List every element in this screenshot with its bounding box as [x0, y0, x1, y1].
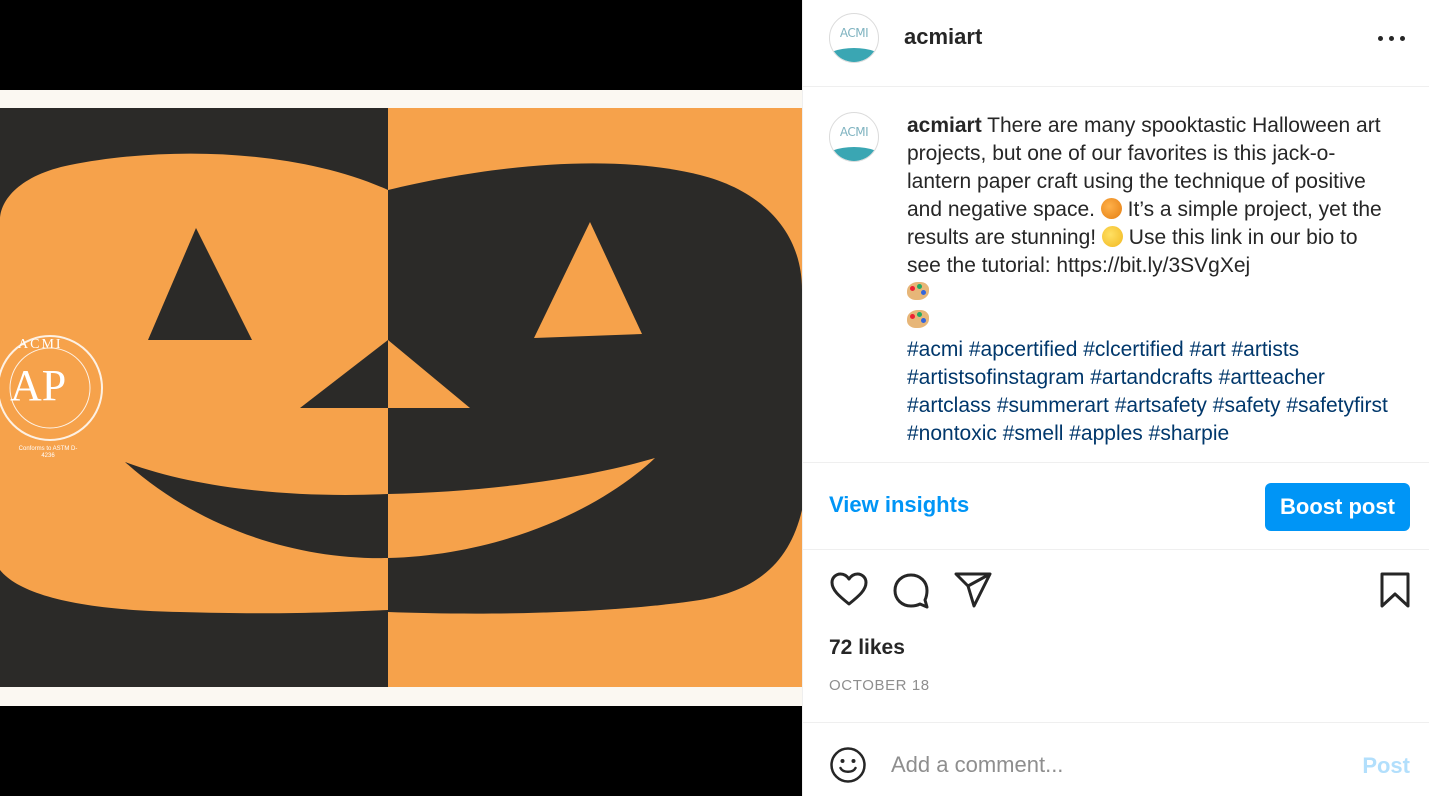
- post-details-panel: ACMI acmiart ACMI acmiart There are many…: [802, 0, 1429, 796]
- post-date: OCTOBER 18: [829, 677, 930, 694]
- comment-input[interactable]: [891, 745, 1331, 785]
- watermark-small-text: Conforms to ASTM D-4236: [18, 446, 78, 459]
- post-media[interactable]: ACMI AP Conforms to ASTM D-4236: [0, 0, 802, 796]
- post-caption: acmiart There are many spooktastic Hallo…: [907, 112, 1397, 448]
- comment-icon[interactable]: [891, 570, 931, 610]
- boost-post-button[interactable]: Boost post: [1265, 483, 1410, 531]
- likes-count[interactable]: 72 likes: [829, 636, 905, 660]
- emoji-icon[interactable]: [829, 746, 867, 784]
- pumpkin-emoji-icon: [1100, 198, 1122, 219]
- post-actions: [803, 570, 1429, 614]
- insights-bar: View insights Boost post: [803, 464, 1429, 550]
- caption-area: ACMI acmiart There are many spooktastic …: [803, 88, 1429, 463]
- post-comment-button[interactable]: Post: [1362, 753, 1410, 779]
- caption-avatar[interactable]: ACMI: [829, 112, 879, 162]
- avatar-text: ACMI: [839, 26, 869, 40]
- watermark-mark: AP: [10, 361, 67, 410]
- heart-icon[interactable]: [829, 570, 869, 610]
- share-icon[interactable]: [953, 570, 993, 610]
- post-header: ACMI acmiart: [803, 0, 1429, 87]
- palette-emoji-icon: [907, 282, 929, 300]
- palette-emoji-icon: [907, 310, 929, 328]
- header-username[interactable]: acmiart: [904, 24, 982, 50]
- avatar[interactable]: ACMI: [829, 13, 879, 63]
- caption-hashtags[interactable]: #acmi #apcertified #clcertified #art #ar…: [907, 338, 1388, 445]
- comment-bar: Post: [803, 722, 1429, 796]
- watermark-top-text: ACMI: [18, 337, 63, 352]
- jack-o-lantern-image: [0, 90, 802, 706]
- caption-username[interactable]: acmiart: [907, 114, 982, 137]
- bookmark-icon[interactable]: [1375, 570, 1415, 610]
- more-horizontal-icon[interactable]: [1378, 28, 1406, 48]
- avatar-text: ACMI: [839, 125, 869, 139]
- view-insights-link[interactable]: View insights: [829, 492, 969, 518]
- upside-down-face-emoji-icon: [1101, 226, 1123, 247]
